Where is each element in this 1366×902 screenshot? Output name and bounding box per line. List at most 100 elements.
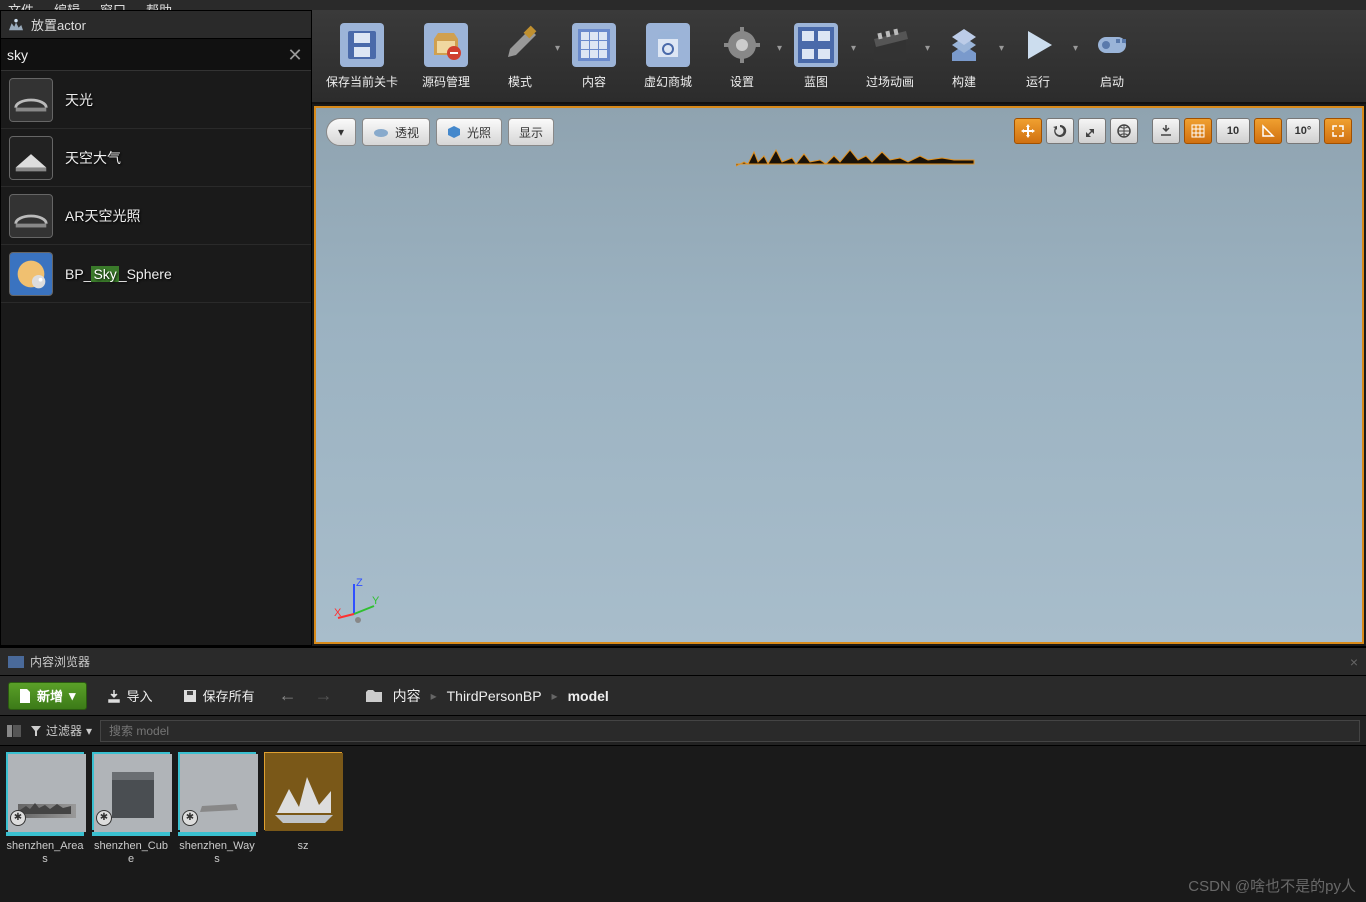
nav-forward-button[interactable]: → xyxy=(311,685,337,706)
actor-label: 天空大气 xyxy=(65,148,121,168)
cinematics-button[interactable]: 过场动画▾ xyxy=(860,21,920,92)
grid-snap-button[interactable] xyxy=(1184,118,1212,144)
sources-panel-icon[interactable] xyxy=(6,724,22,738)
blueprints-button[interactable]: 蓝图▾ xyxy=(786,21,846,92)
watermark: CSDN @啥也不是的py人 xyxy=(1188,875,1356,896)
asset-type-badge: ✱ xyxy=(10,810,26,826)
place-actors-title: 放置actor xyxy=(31,15,86,34)
menu-edit[interactable]: 编辑 xyxy=(54,0,80,10)
build-button[interactable]: 构建▾ xyxy=(934,21,994,92)
chevron-down-icon: ▾ xyxy=(86,724,92,738)
filters-button[interactable]: 过滤器 ▾ xyxy=(30,722,92,739)
svg-text:Z: Z xyxy=(356,577,363,589)
chevron-right-icon: ▸ xyxy=(431,689,437,703)
save-all-button[interactable]: 保存所有 xyxy=(173,682,265,710)
asset-label: shenzhen_Cube xyxy=(92,840,170,866)
rotate-gizmo-button[interactable] xyxy=(1046,118,1074,144)
chevron-right-icon: ▸ xyxy=(552,689,558,703)
world-local-button[interactable] xyxy=(1110,118,1138,144)
asset-item[interactable]: sz xyxy=(264,752,342,853)
settings-button[interactable]: 设置▾ xyxy=(712,21,772,92)
actor-item-ar-skylight[interactable]: AR天空光照 xyxy=(1,187,311,245)
chevron-down-icon: ▾ xyxy=(1073,43,1078,54)
filter-icon xyxy=(30,725,42,737)
asset-label: shenzhen_Ways xyxy=(178,840,256,866)
menu-bar: 文件 编辑 窗口 帮助 xyxy=(0,0,1366,10)
asset-label: sz xyxy=(264,840,342,853)
asset-thumbnail: ✱ xyxy=(92,752,170,830)
breadcrumb-root[interactable]: 内容 xyxy=(393,686,421,706)
content-browser-title: 内容浏览器 xyxy=(30,653,90,670)
chevron-down-icon: ▾ xyxy=(555,43,560,54)
breadcrumb-folder[interactable]: ThirdPersonBP xyxy=(447,688,542,704)
folder-icon xyxy=(365,689,383,703)
clear-search-icon[interactable]: ✕ xyxy=(285,45,305,65)
asset-grid: ✱ shenzhen_Areas ✱ shenzhen_Cube ✱ shenz… xyxy=(0,746,1366,902)
source-control-button[interactable]: 源码管理 xyxy=(416,21,476,92)
skylight-icon xyxy=(9,78,53,122)
play-button[interactable]: 运行▾ xyxy=(1008,21,1068,92)
translate-gizmo-button[interactable] xyxy=(1014,118,1042,144)
asset-type-badge: ✱ xyxy=(182,810,198,826)
svg-text:Y: Y xyxy=(372,595,380,607)
asset-thumbnail xyxy=(264,752,342,830)
viewport-toolbar-right: 10 10° xyxy=(1014,118,1352,144)
content-search-input[interactable] xyxy=(100,720,1360,742)
content-button[interactable]: 内容 xyxy=(564,21,624,92)
asset-item[interactable]: ✱ shenzhen_Cube xyxy=(92,752,170,866)
actor-item-sky-atmosphere[interactable]: 天空大气 xyxy=(1,129,311,187)
content-browser-toolbar: 新增 ▾ 导入 保存所有 ← → 内容 ▸ ThirdPersonBP ▸ mo… xyxy=(0,676,1366,716)
perspective-button[interactable]: 透视 xyxy=(362,118,430,146)
viewport[interactable]: ▾ 透视 光照 显示 10 10° xyxy=(314,106,1364,644)
sky-atmosphere-icon xyxy=(9,136,53,180)
menu-window[interactable]: 窗口 xyxy=(100,0,126,10)
chevron-down-icon: ▾ xyxy=(851,43,856,54)
viewport-options-button[interactable]: ▾ xyxy=(326,118,356,146)
nav-back-button[interactable]: ← xyxy=(275,685,301,706)
import-button[interactable]: 导入 xyxy=(97,682,163,710)
place-actor-icon xyxy=(7,18,25,32)
grid-snap-value[interactable]: 10 xyxy=(1216,118,1250,144)
asset-item[interactable]: ✱ shenzhen_Ways xyxy=(178,752,256,866)
file-icon xyxy=(19,689,31,703)
place-actors-tab[interactable]: 放置actor xyxy=(1,11,311,39)
ar-skylight-icon xyxy=(9,194,53,238)
content-browser-tab[interactable]: 内容浏览器 × xyxy=(0,648,1366,676)
modes-button[interactable]: 模式▾ xyxy=(490,21,550,92)
scale-gizmo-button[interactable] xyxy=(1078,118,1106,144)
show-button[interactable]: 显示 xyxy=(508,118,554,146)
launch-button[interactable]: 启动 xyxy=(1082,21,1142,92)
place-actors-panel: 放置actor ✕ 天光 天空大气 AR天空光照 BP_Sky_Sphere xyxy=(0,10,312,646)
actor-list: 天光 天空大气 AR天空光照 BP_Sky_Sphere xyxy=(1,71,311,645)
actor-item-bp-sky-sphere[interactable]: BP_Sky_Sphere xyxy=(1,245,311,303)
save-button[interactable]: 保存当前关卡 xyxy=(322,21,402,92)
asset-item[interactable]: ✱ shenzhen_Areas xyxy=(6,752,84,866)
actor-item-skylight[interactable]: 天光 xyxy=(1,71,311,129)
viewport-toolbar-left: ▾ 透视 光照 显示 xyxy=(326,118,554,146)
add-new-button[interactable]: 新增 ▾ xyxy=(8,682,87,710)
surface-snap-button[interactable] xyxy=(1152,118,1180,144)
actor-label: 天光 xyxy=(65,90,93,110)
breadcrumb-current[interactable]: model xyxy=(568,688,609,704)
marketplace-button[interactable]: 虚幻商城 xyxy=(638,21,698,92)
content-browser: 内容浏览器 × 新增 ▾ 导入 保存所有 ← → 内容 ▸ ThirdPerso… xyxy=(0,646,1366,902)
angle-snap-value[interactable]: 10° xyxy=(1286,118,1320,144)
cloud-icon xyxy=(373,126,389,138)
angle-snap-button[interactable] xyxy=(1254,118,1282,144)
menu-file[interactable]: 文件 xyxy=(8,0,34,10)
chevron-down-icon: ▾ xyxy=(999,43,1004,54)
asset-type-badge: ✱ xyxy=(96,810,112,826)
main-toolbar: 保存当前关卡 源码管理 模式▾ 内容 虚幻商城 设置▾ 蓝图▾ 过场动画▾ 构建… xyxy=(312,10,1366,104)
terrain-silhouette xyxy=(736,144,986,168)
close-tab-icon[interactable]: × xyxy=(1350,654,1358,670)
sky-sphere-icon xyxy=(9,252,53,296)
chevron-down-icon: ▾ xyxy=(69,688,76,704)
chevron-down-icon: ▾ xyxy=(777,43,782,54)
search-input[interactable] xyxy=(7,47,285,63)
maximize-viewport-button[interactable] xyxy=(1324,118,1352,144)
menu-help[interactable]: 帮助 xyxy=(146,0,172,10)
lighting-button[interactable]: 光照 xyxy=(436,118,502,146)
axis-gizmo: Z Y X xyxy=(334,574,384,624)
svg-text:X: X xyxy=(334,607,342,619)
search-row: ✕ xyxy=(1,39,311,71)
